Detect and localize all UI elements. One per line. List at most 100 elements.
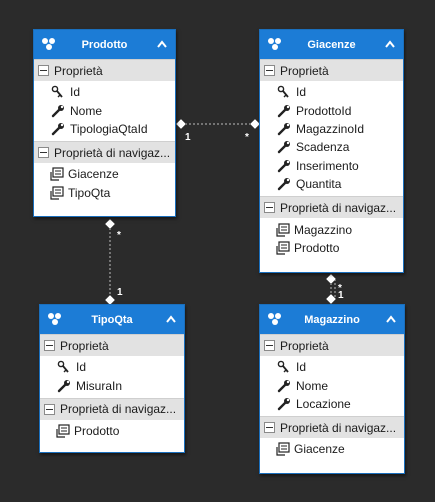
entity-tipoqta[interactable]: TipoQta Proprietà Id MisuraIn Proprietà …: [39, 304, 185, 453]
navigation-property-name: Giacenze: [68, 167, 119, 182]
property-row[interactable]: Id: [34, 83, 175, 101]
entity-magazzino-header[interactable]: Magazzino: [260, 305, 404, 334]
collapse-section-icon[interactable]: [264, 422, 275, 434]
entity-type-icon: [268, 38, 281, 50]
collapse-section-icon[interactable]: [38, 147, 49, 159]
association-end-prodotto-bottom: [104, 218, 116, 230]
wrench-icon: [51, 122, 64, 136]
property-name: Id: [296, 85, 307, 100]
collapse-section-icon[interactable]: [38, 65, 49, 76]
multiplicity-giacenze-magazzino-to: 1: [338, 290, 344, 301]
property-name: Id: [70, 85, 81, 100]
navigation-property-icon: [56, 424, 70, 438]
navigation-property-row[interactable]: TipoQta: [34, 184, 175, 202]
entity-tipoqta-header[interactable]: TipoQta: [40, 305, 184, 334]
navigation-section-label: Proprietà di navigaz...: [54, 145, 171, 160]
property-row[interactable]: Id: [260, 83, 403, 101]
key-wrench-icon: [277, 360, 289, 373]
collapse-icon[interactable]: [386, 315, 396, 323]
multiplicity-prodotto-giacenze-to: *: [245, 132, 249, 143]
navigation-property-row[interactable]: Magazzino: [260, 220, 403, 238]
navigation-section-header[interactable]: Proprietà di navigaz...: [40, 397, 184, 420]
key-wrench-icon: [57, 360, 69, 373]
navigation-property-name: TipoQta: [68, 185, 111, 200]
collapse-icon[interactable]: [166, 315, 176, 323]
property-row[interactable]: MagazzinoId: [260, 120, 403, 138]
wrench-icon: [277, 379, 290, 392]
navigation-property-row[interactable]: Prodotto: [260, 239, 403, 257]
property-row[interactable]: Id: [40, 358, 184, 376]
navigation-property-icon: [276, 241, 290, 255]
property-row[interactable]: Nome: [34, 101, 175, 119]
association-giacenze-magazzino[interactable]: * 1: [325, 273, 344, 305]
entity-diagram-canvas: 1 * * 1 * 1 Prodotto Proprietà Id Nome T…: [0, 0, 435, 502]
property-name: MisuraIn: [76, 378, 123, 393]
entity-giacenze[interactable]: Giacenze Proprietà Id ProdottoId Magazzi…: [259, 29, 404, 273]
entity-type-icon: [48, 313, 61, 325]
property-name: Id: [76, 360, 87, 375]
navigation-property-row[interactable]: Giacenze: [34, 165, 175, 183]
property-row[interactable]: Locazione: [260, 395, 404, 413]
collapse-section-icon[interactable]: [264, 202, 275, 214]
properties-section-header[interactable]: Proprietà: [34, 59, 175, 81]
multiplicity-prodotto-tipoqta-from: *: [117, 230, 121, 241]
association-prodotto-giacenze[interactable]: 1 *: [175, 118, 261, 143]
property-row[interactable]: MisuraIn: [40, 376, 184, 394]
wrench-icon: [277, 397, 290, 411]
property-row[interactable]: Id: [260, 358, 404, 376]
collapse-section-icon[interactable]: [44, 340, 55, 351]
key-wrench-icon: [277, 85, 289, 98]
property-name: Scadenza: [296, 140, 350, 155]
wrench-icon: [277, 122, 290, 136]
navigation-section-header[interactable]: Proprietà di navigaz...: [34, 141, 175, 164]
navigation-list: Magazzino Prodotto: [260, 218, 403, 260]
entity-prodotto-header[interactable]: Prodotto: [34, 30, 175, 59]
association-end-giacenze-bottom: [325, 273, 337, 285]
property-name: Nome: [296, 378, 329, 393]
navigation-section-label: Proprietà di navigaz...: [280, 200, 397, 215]
multiplicity-giacenze-magazzino-from: *: [338, 283, 342, 294]
property-row[interactable]: Scadenza: [260, 138, 403, 156]
entity-type-icon: [268, 313, 281, 325]
entity-magazzino[interactable]: Magazzino Proprietà Id Nome Locazione Pr…: [259, 304, 405, 474]
entity-prodotto[interactable]: Prodotto Proprietà Id Nome TipologiaQtaI…: [33, 29, 176, 217]
properties-section-header[interactable]: Proprietà: [260, 59, 403, 81]
property-name: Locazione: [296, 396, 351, 411]
property-name: Quantita: [296, 177, 342, 192]
property-row[interactable]: Quantita: [260, 175, 403, 193]
navigation-list: Prodotto: [40, 420, 184, 443]
collapse-icon[interactable]: [157, 40, 167, 48]
collapse-icon[interactable]: [385, 40, 395, 48]
association-prodotto-tipoqta[interactable]: * 1: [104, 218, 123, 306]
property-row[interactable]: ProdottoId: [260, 101, 403, 119]
navigation-property-row[interactable]: Prodotto: [40, 422, 184, 440]
navigation-section-header[interactable]: Proprietà di navigaz...: [260, 416, 404, 439]
navigation-property-icon: [50, 167, 64, 181]
properties-section-label: Proprietà: [280, 63, 329, 78]
navigation-section-header[interactable]: Proprietà di navigaz...: [260, 196, 403, 219]
wrench-icon: [51, 104, 64, 117]
collapse-section-icon[interactable]: [264, 65, 275, 76]
navigation-list: Giacenze: [260, 438, 404, 461]
wrench-icon: [277, 141, 290, 154]
collapse-section-icon[interactable]: [264, 340, 275, 351]
entity-type-icon: [42, 38, 55, 50]
navigation-property-row[interactable]: Giacenze: [260, 440, 404, 458]
collapse-section-icon[interactable]: [44, 403, 55, 415]
navigation-list: Giacenze TipoQta: [34, 163, 175, 205]
properties-section-header[interactable]: Proprietà: [260, 334, 404, 356]
property-row[interactable]: Nome: [260, 376, 404, 394]
entity-giacenze-header[interactable]: Giacenze: [260, 30, 403, 59]
property-name: ProdottoId: [296, 103, 352, 118]
multiplicity-prodotto-giacenze-from: 1: [185, 132, 191, 143]
property-row[interactable]: TipologiaQtaId: [34, 120, 175, 138]
navigation-property-icon: [276, 222, 290, 237]
properties-section-label: Proprietà: [280, 338, 329, 353]
property-row[interactable]: Inserimento: [260, 157, 403, 175]
navigation-property-name: Giacenze: [294, 442, 345, 457]
navigation-property-icon: [50, 186, 64, 200]
navigation-section-label: Proprietà di navigaz...: [280, 420, 397, 435]
multiplicity-prodotto-tipoqta-to: 1: [117, 287, 123, 298]
properties-section-header[interactable]: Proprietà: [40, 334, 184, 356]
wrench-icon: [277, 178, 290, 191]
